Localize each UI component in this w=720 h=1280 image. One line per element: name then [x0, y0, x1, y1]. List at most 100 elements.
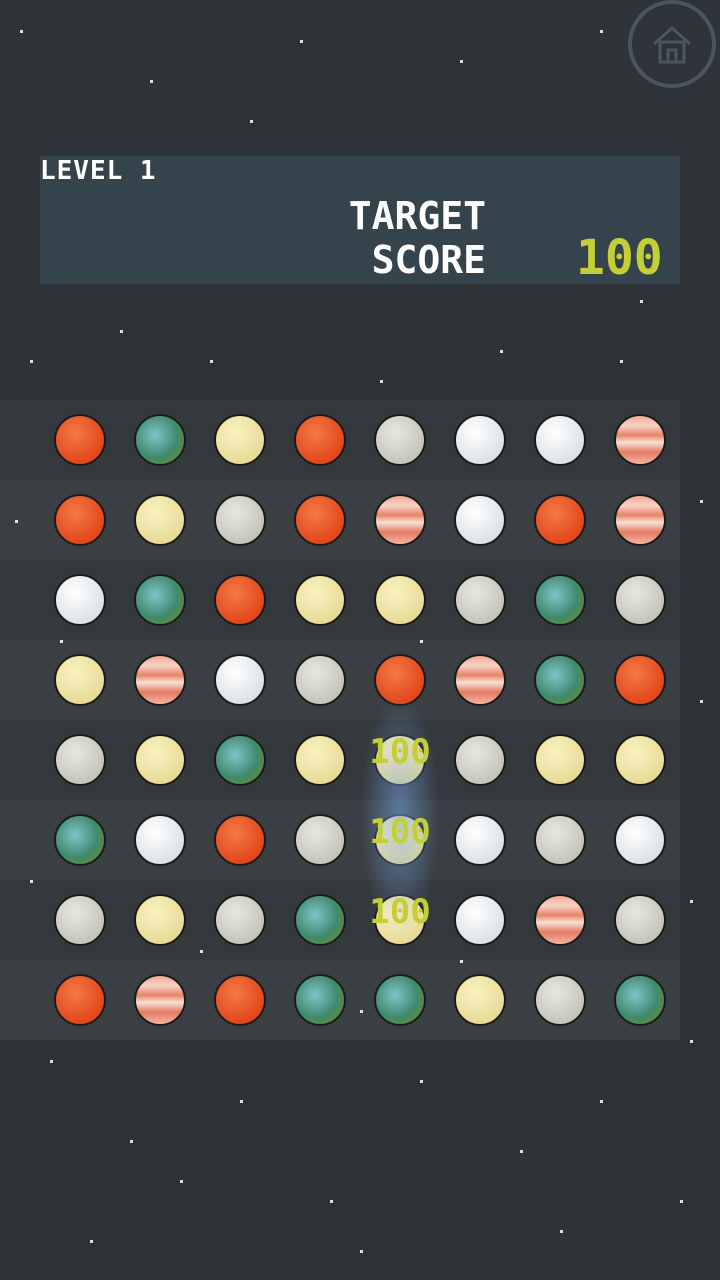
planet-tile[interactable]	[280, 720, 360, 800]
planet-tile[interactable]	[40, 640, 120, 720]
planet-tile[interactable]	[440, 640, 520, 720]
planet-tile[interactable]	[280, 640, 360, 720]
earth-planet-icon	[534, 654, 586, 706]
planet-tile[interactable]	[600, 560, 680, 640]
planet-tile[interactable]	[360, 880, 440, 960]
planet-tile[interactable]	[360, 400, 440, 480]
star	[330, 1200, 333, 1203]
planet-tile[interactable]	[360, 720, 440, 800]
target-score-value: 100	[576, 230, 663, 286]
planet-tile[interactable]	[40, 960, 120, 1040]
ice-planet-icon	[214, 654, 266, 706]
planet-tile[interactable]	[520, 480, 600, 560]
planet-tile[interactable]	[120, 720, 200, 800]
moon-planet-icon	[614, 894, 666, 946]
planet-tile[interactable]	[120, 480, 200, 560]
planet-tile[interactable]	[600, 480, 680, 560]
moon-planet-icon	[214, 494, 266, 546]
venus-planet-icon	[374, 574, 426, 626]
star	[150, 80, 153, 83]
venus-planet-icon	[134, 894, 186, 946]
planet-tile[interactable]	[440, 960, 520, 1040]
mars-planet-icon	[54, 494, 106, 546]
star	[690, 1040, 693, 1043]
mars-planet-icon	[374, 654, 426, 706]
venus-planet-icon	[374, 734, 426, 786]
jupiter-planet-icon	[614, 414, 666, 466]
planet-tile[interactable]	[520, 400, 600, 480]
planet-tile[interactable]	[520, 800, 600, 880]
planet-tile[interactable]	[600, 880, 680, 960]
planet-tile[interactable]	[280, 960, 360, 1040]
planet-tile[interactable]	[200, 880, 280, 960]
planet-tile[interactable]	[120, 880, 200, 960]
venus-planet-icon	[374, 894, 426, 946]
planet-tile[interactable]	[200, 720, 280, 800]
planet-tile[interactable]	[360, 800, 440, 880]
planet-tile[interactable]	[200, 560, 280, 640]
ice-planet-icon	[454, 814, 506, 866]
planet-tile[interactable]	[120, 560, 200, 640]
jupiter-planet-icon	[374, 494, 426, 546]
planet-tile[interactable]	[200, 480, 280, 560]
planet-tile[interactable]	[280, 480, 360, 560]
planet-tile[interactable]	[40, 880, 120, 960]
star	[240, 1100, 243, 1103]
planet-tile[interactable]	[600, 640, 680, 720]
level-label: LEVEL 1	[40, 156, 157, 186]
planet-tile[interactable]	[440, 480, 520, 560]
planet-tile[interactable]	[600, 800, 680, 880]
star	[130, 1140, 133, 1143]
planet-tile[interactable]	[360, 560, 440, 640]
planet-tile[interactable]	[280, 560, 360, 640]
star	[700, 700, 703, 703]
planet-tile[interactable]	[520, 960, 600, 1040]
star	[90, 1240, 93, 1243]
venus-planet-icon	[294, 734, 346, 786]
home-button[interactable]	[628, 0, 716, 88]
planet-tile[interactable]	[280, 800, 360, 880]
planet-tile[interactable]	[440, 800, 520, 880]
earth-planet-icon	[54, 814, 106, 866]
star	[360, 1250, 363, 1253]
earth-planet-icon	[294, 894, 346, 946]
planet-tile[interactable]	[440, 880, 520, 960]
star	[250, 120, 253, 123]
planet-tile[interactable]	[200, 960, 280, 1040]
planet-tile[interactable]	[360, 640, 440, 720]
planet-tile[interactable]	[440, 720, 520, 800]
planet-tile[interactable]	[200, 400, 280, 480]
planet-tile[interactable]	[120, 400, 200, 480]
planet-tile[interactable]	[40, 480, 120, 560]
planet-tile[interactable]	[200, 640, 280, 720]
planet-tile[interactable]	[600, 400, 680, 480]
star	[560, 1230, 563, 1233]
planet-tile[interactable]	[280, 880, 360, 960]
planet-tile[interactable]	[360, 960, 440, 1040]
planet-tile[interactable]	[440, 560, 520, 640]
star	[380, 380, 383, 383]
planet-tile[interactable]	[120, 800, 200, 880]
mars-planet-icon	[614, 654, 666, 706]
planet-tile[interactable]	[440, 400, 520, 480]
earth-planet-icon	[374, 974, 426, 1026]
planet-tile[interactable]	[40, 800, 120, 880]
planet-tile[interactable]	[40, 400, 120, 480]
planet-tile[interactable]	[200, 800, 280, 880]
earth-planet-icon	[214, 734, 266, 786]
star	[620, 360, 623, 363]
mars-planet-icon	[214, 974, 266, 1026]
planet-tile[interactable]	[520, 880, 600, 960]
planet-tile[interactable]	[40, 560, 120, 640]
planet-tile[interactable]	[280, 400, 360, 480]
planet-tile[interactable]	[520, 640, 600, 720]
planet-tile[interactable]	[120, 640, 200, 720]
jupiter-planet-icon	[134, 654, 186, 706]
planet-tile[interactable]	[600, 720, 680, 800]
planet-tile[interactable]	[520, 720, 600, 800]
planet-tile[interactable]	[600, 960, 680, 1040]
planet-tile[interactable]	[40, 720, 120, 800]
planet-tile[interactable]	[360, 480, 440, 560]
planet-tile[interactable]	[120, 960, 200, 1040]
planet-tile[interactable]	[520, 560, 600, 640]
